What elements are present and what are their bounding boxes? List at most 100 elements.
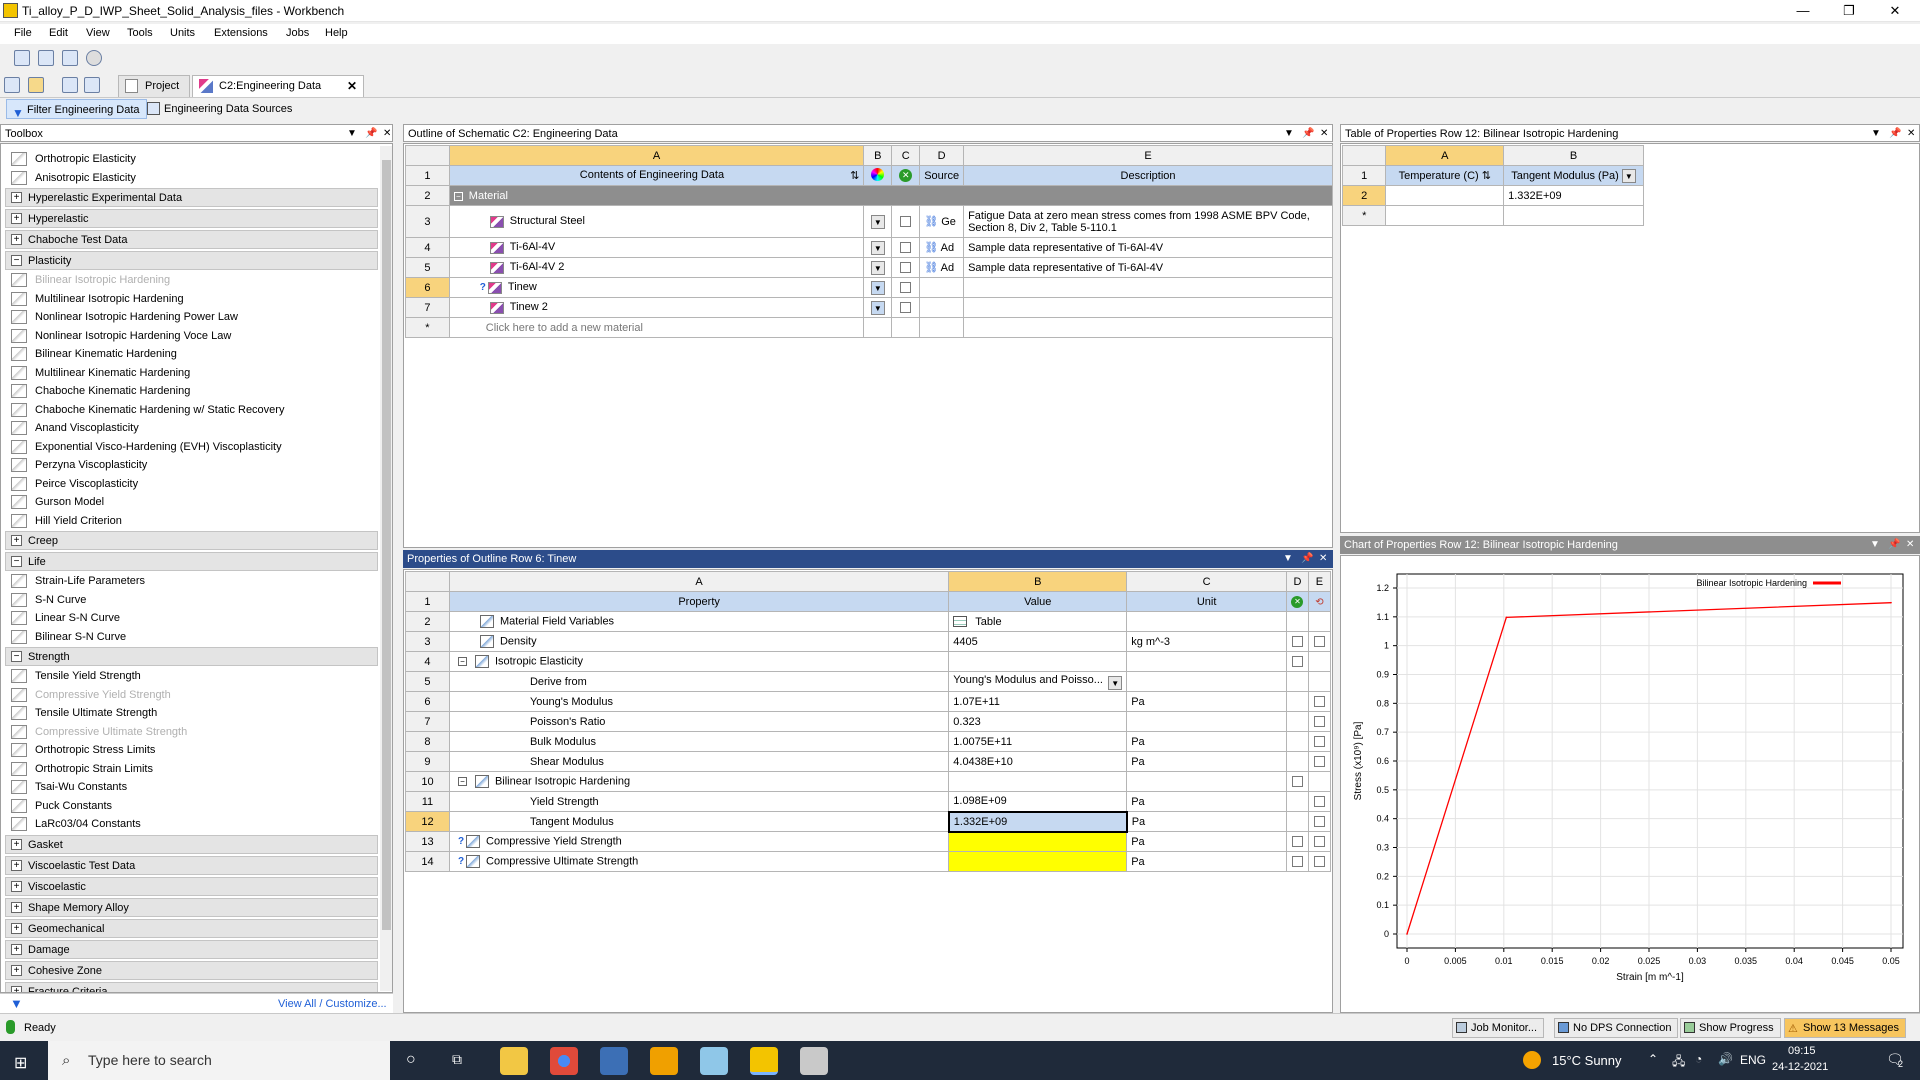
property-name-cell[interactable]: Poisson's Ratio — [448, 711, 950, 732]
suppress-cell[interactable] — [1285, 651, 1309, 672]
checkbox[interactable] — [900, 262, 912, 274]
suppress-cell[interactable] — [891, 205, 921, 238]
suppress-cell[interactable] — [891, 257, 921, 278]
toolbox-item[interactable]: Tensile Ultimate Strength — [9, 704, 157, 722]
close-panel-icon[interactable]: ✕ — [1906, 536, 1914, 554]
checkbox[interactable] — [900, 282, 912, 294]
material-row-selected[interactable]: ? Tinew — [448, 277, 865, 298]
property-unit-cell[interactable] — [1126, 711, 1287, 732]
toolbox-category[interactable]: + Viscoelastic — [5, 876, 378, 896]
property-name-cell[interactable]: ? Compressive Yield Strength — [448, 831, 950, 852]
new-icon[interactable] — [4, 77, 20, 93]
pin-icon[interactable]: 📌 — [1301, 550, 1313, 568]
parameter-cell[interactable] — [1307, 671, 1332, 692]
checkbox[interactable] — [1313, 736, 1325, 748]
toolbox-category[interactable]: + Creep — [5, 531, 378, 550]
toolbox-category[interactable]: − Strength — [5, 647, 378, 666]
toolbox-item[interactable]: Linear S-N Curve — [9, 609, 120, 627]
suppress-cell[interactable] — [1285, 671, 1309, 692]
property-value-cell[interactable]: 1.098E+09 — [948, 791, 1128, 812]
suppress-cell[interactable] — [1285, 691, 1309, 712]
collapse-icon[interactable]: − — [11, 255, 22, 266]
expand-icon[interactable]: + — [11, 535, 22, 546]
menu-help[interactable]: Help — [325, 27, 348, 39]
checkbox[interactable] — [1291, 656, 1303, 668]
add-material-row[interactable]: Click here to add a new material — [448, 317, 865, 338]
property-unit-cell[interactable]: kg m^-3 — [1126, 631, 1287, 652]
property-name-cell[interactable]: Bulk Modulus — [448, 731, 950, 752]
suppress-cell[interactable] — [1285, 771, 1309, 792]
collapse-icon[interactable]: − — [453, 191, 463, 201]
property-name-cell[interactable]: Yield Strength — [448, 791, 950, 812]
pin-icon[interactable]: 📌 — [1888, 536, 1900, 554]
col-header-d[interactable]: D — [919, 145, 965, 166]
property-value-cell[interactable]: 4405 — [948, 631, 1128, 652]
suppress-cell[interactable] — [1285, 611, 1309, 632]
job-monitor-button[interactable]: Job Monitor... — [1452, 1018, 1545, 1038]
suppress-cell[interactable] — [1285, 731, 1309, 752]
toolbox-item[interactable]: Gurson Model — [9, 493, 104, 511]
dropdown-icon[interactable]: ▼ — [1871, 125, 1881, 143]
wifi-icon[interactable]: ◔ — [1695, 1052, 1702, 1066]
expand-icon[interactable]: + — [11, 880, 22, 892]
suppress-cell[interactable] — [1285, 791, 1309, 812]
menu-extensions[interactable]: Extensions — [214, 27, 268, 39]
close-panel-icon[interactable]: ✕ — [383, 125, 391, 143]
language-indicator[interactable]: ENG — [1740, 1053, 1766, 1067]
toolbox-item[interactable]: Exponential Visco-Hardening (EVH) Viscop… — [9, 438, 282, 456]
app-icon[interactable] — [800, 1047, 828, 1075]
toolbox-category[interactable]: + Geomechanical — [5, 918, 378, 938]
material-row[interactable]: Structural Steel — [448, 205, 865, 238]
property-unit-cell[interactable]: Pa — [1126, 751, 1287, 772]
property-unit-cell[interactable] — [1126, 771, 1287, 792]
toolbox-item[interactable]: Puck Constants — [9, 797, 112, 815]
clock-date[interactable]: 24-12-2021 — [1772, 1061, 1828, 1073]
suppress-cell[interactable] — [1285, 851, 1309, 872]
property-name-cell[interactable]: Young's Modulus — [448, 691, 950, 712]
checkbox[interactable] — [1313, 696, 1325, 708]
checkbox[interactable] — [1291, 836, 1303, 848]
toolbox-category[interactable]: + Hyperelastic Experimental Data — [5, 188, 378, 207]
dropdown-icon[interactable]: ▼ — [1621, 168, 1636, 183]
dropdown-icon[interactable]: ▼ — [870, 240, 885, 255]
dropdown-icon[interactable]: ▼ — [1283, 550, 1293, 568]
material-menu-cell[interactable]: ▼ — [863, 257, 893, 278]
material-menu-cell[interactable]: ▼ — [863, 237, 893, 258]
close-panel-icon[interactable]: ✕ — [1320, 125, 1328, 143]
network-icon[interactable]: 🖧 — [1672, 1052, 1685, 1073]
toolbox-item[interactable]: Bilinear S-N Curve — [9, 628, 126, 646]
toolbox-item[interactable]: Orthotropic Stress Limits — [9, 741, 155, 759]
toolbox-item[interactable]: Multilinear Kinematic Hardening — [9, 364, 190, 382]
checkbox[interactable] — [900, 302, 912, 314]
expand-icon[interactable]: + — [11, 922, 22, 934]
tangent-modulus-header[interactable]: Tangent Modulus (Pa) ▼ — [1503, 165, 1644, 186]
app-icon[interactable] — [600, 1047, 628, 1075]
checkbox[interactable] — [1313, 716, 1325, 728]
toolbox-item[interactable]: Chaboche Kinematic Hardening — [9, 382, 190, 400]
toolbox-item[interactable]: Chaboche Kinematic Hardening w/ Static R… — [9, 401, 284, 419]
property-unit-cell[interactable] — [1126, 611, 1287, 632]
property-name-cell[interactable]: Shear Modulus — [448, 751, 950, 772]
close-panel-icon[interactable]: ✕ — [1319, 550, 1327, 568]
toolbox-category[interactable]: + Damage — [5, 939, 378, 959]
property-unit-cell[interactable] — [1126, 671, 1287, 692]
notepad-icon[interactable] — [700, 1047, 728, 1075]
col-header-a[interactable]: A — [448, 145, 865, 166]
checkbox[interactable] — [1313, 756, 1325, 768]
property-value-cell[interactable]: Table — [948, 611, 1128, 632]
tab-engineering-data[interactable]: C2:Engineering Data ✕ — [192, 75, 364, 97]
expand-icon[interactable]: + — [11, 213, 22, 224]
restore-button[interactable]: ❐ — [1826, 0, 1872, 22]
dropdown-icon[interactable]: ▼ — [870, 280, 885, 295]
material-menu-cell[interactable]: ▼ — [863, 205, 893, 238]
tab-project[interactable]: Project — [118, 75, 190, 97]
checkbox[interactable] — [1291, 636, 1303, 648]
cortana-icon[interactable]: ○ — [406, 1051, 416, 1069]
pin-icon[interactable]: 📌 — [1889, 125, 1901, 143]
close-button[interactable]: ✕ — [1872, 0, 1918, 22]
taskbar-search[interactable]: ⌕ Type here to search — [48, 1041, 390, 1080]
menu-view[interactable]: View — [86, 27, 110, 39]
refresh-icon[interactable] — [86, 50, 102, 66]
dropdown-icon[interactable]: ▼ — [870, 300, 885, 315]
col-header-b[interactable]: B — [948, 571, 1128, 592]
